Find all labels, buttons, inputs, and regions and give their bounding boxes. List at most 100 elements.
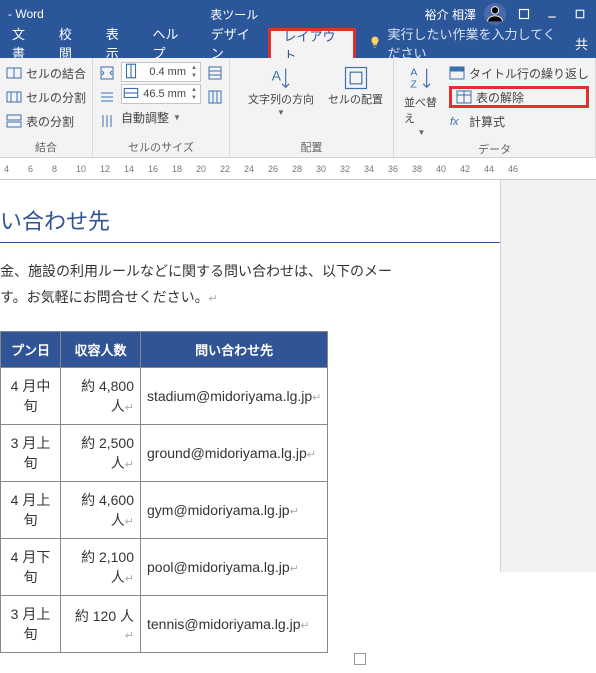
minimize-icon[interactable] <box>542 4 562 24</box>
ruler-tick: 38 <box>412 164 436 174</box>
page-background <box>500 180 596 572</box>
sort-label: 並べ替え <box>404 94 439 126</box>
cell-mail: pool@midoriyama.lg.jp <box>147 559 290 575</box>
tell-me-label: 実行したい作業を入力してください <box>388 24 567 62</box>
height-icon <box>122 62 140 83</box>
contact-table[interactable]: プン日 収容人数 問い合わせ先 4 月中旬 約 4,800 人↵ stadium… <box>0 331 328 653</box>
split-cells-button[interactable]: セルの分割 <box>6 86 86 108</box>
tab-help[interactable]: ヘルプ <box>141 28 199 58</box>
sort-icon: AZ <box>408 64 436 92</box>
sort-button[interactable]: AZ 並べ替え ▼ <box>400 62 443 139</box>
cell-date: 4 月下旬 <box>1 539 61 596</box>
ruler-tick: 36 <box>388 164 412 174</box>
merge-cells-icon <box>6 65 22 81</box>
ruler-tick: 30 <box>316 164 340 174</box>
ruler[interactable]: 4 6 8 10 12 14 16 18 20 22 24 26 28 30 3… <box>0 158 596 180</box>
convert-to-text-button[interactable]: 表の解除 <box>449 86 589 108</box>
split-table-button[interactable]: 表の分割 <box>6 110 86 132</box>
cell-mail: tennis@midoriyama.lg.jp <box>147 616 301 632</box>
ruler-tick: 22 <box>220 164 244 174</box>
ruler-tick: 44 <box>484 164 508 174</box>
cell-margins-button[interactable]: セルの配置 <box>324 62 387 137</box>
split-cells-icon <box>6 89 22 105</box>
distribute-rows-button[interactable] <box>99 86 115 108</box>
paragraph-line: 金、施設の利用ルールなどに関する問い合わせは、以下のメー <box>0 263 392 279</box>
table-row[interactable]: 3 月上旬 約 120 人↵ tennis@midoriyama.lg.jp↵ <box>1 596 328 653</box>
table-row[interactable]: 3 月上旬 約 2,500 人↵ ground@midoriyama.lg.jp… <box>1 425 328 482</box>
maximize-icon[interactable] <box>570 4 590 24</box>
text-direction-button[interactable]: A 文字列の方向 ▼ <box>244 62 318 137</box>
ribbon-display-options-icon[interactable] <box>514 4 534 24</box>
col-width-input[interactable]: 46.5 mm ▲▼ <box>121 84 201 104</box>
cell-date: 3 月上旬 <box>1 596 61 653</box>
ribbon-tabs: 文書 校閲 表示 ヘルプ デザイン レイアウト 実行したい作業を入力してください… <box>0 28 596 58</box>
group-cell-size: 0.4 mm ▲▼ 46.5 mm ▲▼ 自動調整 ▼ セルのサイズ <box>93 58 230 157</box>
spin-down-icon[interactable]: ▼ <box>188 72 200 80</box>
cell-mail: ground@midoriyama.lg.jp <box>147 445 307 461</box>
ribbon: セルの結合 セルの分割 表の分割 結合 <box>0 58 596 158</box>
repeat-header-button[interactable]: タイトル行の繰り返し <box>449 62 589 84</box>
cell-date: 4 月上旬 <box>1 482 61 539</box>
tab-document[interactable]: 文書 <box>0 28 47 58</box>
table-row[interactable]: 4 月中旬 約 4,800 人↵ stadium@midoriyama.lg.j… <box>1 368 328 425</box>
table-resize-handle-icon[interactable] <box>354 653 366 665</box>
group-merge-label: 結合 <box>6 137 86 155</box>
user-name: 裕介 相澤 <box>425 6 476 23</box>
user-avatar-icon[interactable] <box>484 3 506 25</box>
svg-text:A: A <box>410 67 417 79</box>
cell-margins-label: セルの配置 <box>328 94 383 106</box>
paragraph-mark-icon: ↵ <box>209 293 218 305</box>
share-label: 共 <box>575 34 588 53</box>
width-icon <box>122 84 140 105</box>
table-header-row: プン日 収容人数 問い合わせ先 <box>1 332 328 368</box>
ruler-tick: 12 <box>100 164 124 174</box>
autofit-label: 自動調整 <box>121 109 169 126</box>
col-capacity: 収容人数 <box>61 332 141 368</box>
distribute-rows-icon <box>99 89 115 105</box>
ruler-tick: 34 <box>364 164 388 174</box>
table-row[interactable]: 4 月上旬 約 4,600 人↵ gym@midoriyama.lg.jp↵ <box>1 482 328 539</box>
spin-down-icon[interactable]: ▼ <box>188 94 200 102</box>
text-direction-label: 文字列の方向 <box>248 94 314 106</box>
dist-cols-icon <box>207 89 223 105</box>
row-height-input[interactable]: 0.4 mm ▲▼ <box>121 62 201 82</box>
cell-margins-icon <box>342 64 370 92</box>
tab-view[interactable]: 表示 <box>94 28 141 58</box>
spin-up-icon[interactable]: ▲ <box>188 86 200 94</box>
lightbulb-icon <box>368 35 382 52</box>
cell-mail: gym@midoriyama.lg.jp <box>147 502 290 518</box>
dist-rows-button[interactable] <box>207 62 223 84</box>
ruler-tick: 8 <box>52 164 76 174</box>
autofit-button[interactable] <box>99 62 115 84</box>
tell-me-search[interactable]: 実行したい作業を入力してください <box>356 28 567 58</box>
group-data-label: データ <box>400 139 589 157</box>
chevron-down-icon: ▼ <box>418 128 426 137</box>
distribute-cols-button[interactable] <box>99 110 115 132</box>
ruler-tick: 42 <box>460 164 484 174</box>
share-button[interactable]: 共 <box>567 28 596 58</box>
group-data: AZ 並べ替え ▼ タイトル行の繰り返し 表の解除 fx 計算式 データ <box>394 58 596 157</box>
tab-review[interactable]: 校閲 <box>47 28 94 58</box>
spin-up-icon[interactable]: ▲ <box>188 64 200 72</box>
formula-button[interactable]: fx 計算式 <box>449 110 589 132</box>
svg-text:A: A <box>272 67 282 83</box>
ruler-tick: 20 <box>196 164 220 174</box>
repeat-header-label: タイトル行の繰り返し <box>469 65 589 82</box>
col-width-value: 46.5 mm <box>140 88 188 100</box>
ruler-tick: 6 <box>28 164 52 174</box>
ruler-tick: 28 <box>292 164 316 174</box>
dist-cols-button[interactable] <box>207 86 223 108</box>
tab-layout[interactable]: レイアウト <box>268 28 355 58</box>
split-table-label: 表の分割 <box>26 113 74 130</box>
autofit-menu[interactable]: 自動調整 ▼ <box>121 106 201 128</box>
formula-label: 計算式 <box>469 113 505 130</box>
ruler-tick: 32 <box>340 164 364 174</box>
repeat-header-icon <box>449 65 465 81</box>
merge-cells-button[interactable]: セルの結合 <box>6 62 86 84</box>
app-name: - Word <box>0 7 44 21</box>
cell-date: 4 月中旬 <box>1 368 61 425</box>
convert-table-icon <box>456 89 472 105</box>
ruler-tick: 40 <box>436 164 460 174</box>
tab-design[interactable]: デザイン <box>199 28 269 58</box>
table-row[interactable]: 4 月下旬 約 2,100 人↵ pool@midoriyama.lg.jp↵ <box>1 539 328 596</box>
